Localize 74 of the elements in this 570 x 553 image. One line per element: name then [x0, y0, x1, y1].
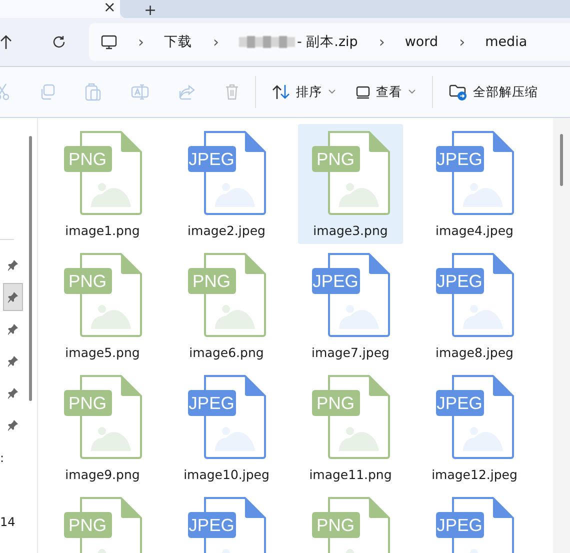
file-name: image11.png: [309, 467, 392, 482]
breadcrumb-separator: ›: [213, 33, 219, 51]
new-tab-button[interactable]: +: [144, 1, 157, 19]
file-type-label: JPEG: [436, 512, 484, 538]
file-name: image7.jpeg: [312, 345, 390, 360]
pin-icon: [6, 387, 18, 399]
file-item[interactable]: JPEG image7.jpeg: [298, 246, 403, 366]
scrollbar-thumb[interactable]: [560, 134, 563, 186]
file-item[interactable]: PNG image1.png: [50, 124, 155, 244]
file-name: image1.png: [65, 223, 140, 238]
file-type-label: PNG: [64, 268, 112, 294]
pin-icon: [6, 419, 18, 431]
file-item[interactable]: PNG image9.png: [50, 368, 155, 488]
scrollbar-thumb[interactable]: [29, 136, 32, 401]
file-type-label: PNG: [312, 512, 360, 538]
sidebar-text: :: [0, 451, 4, 465]
monitor-icon: [356, 85, 370, 99]
file-item[interactable]: JPEG image10.jpeg: [174, 368, 279, 488]
file-item[interactable]: JPEG image8.jpeg: [422, 246, 527, 366]
breadcrumb-item[interactable]: 下载: [164, 33, 192, 51]
address-bar[interactable]: › 下载 › - 副本.zip › word › media: [89, 23, 570, 61]
file-type-label: JPEG: [436, 390, 484, 416]
file-item[interactable]: PNG image3.png: [298, 124, 403, 244]
file-name: image12.jpeg: [432, 467, 518, 482]
file-item[interactable]: JPEG image4.jpeg: [422, 124, 527, 244]
file-item[interactable]: JPEG image2.jpeg: [174, 124, 279, 244]
view-button[interactable]: 查看: [346, 78, 426, 106]
pin-icon: [6, 259, 18, 271]
file-type-label: PNG: [64, 512, 112, 538]
file-name: image8.jpeg: [436, 345, 514, 360]
file-type-label: JPEG: [188, 512, 236, 538]
file-name: image9.png: [65, 467, 140, 482]
breadcrumb-separator: ›: [378, 33, 385, 51]
extract-all-button[interactable]: 全部解压缩: [439, 77, 548, 107]
up-arrow-icon[interactable]: [0, 34, 12, 50]
breadcrumb-separator: ›: [138, 33, 144, 51]
pin-icon: [6, 323, 18, 335]
close-icon[interactable]: ×: [103, 0, 116, 14]
file-type-label: PNG: [64, 146, 112, 172]
file-name: image2.jpeg: [188, 223, 266, 238]
breadcrumb-separator: ›: [459, 33, 466, 51]
file-type-label: PNG: [312, 146, 360, 172]
file-type-label: JPEG: [188, 146, 236, 172]
breadcrumb-item[interactable]: word: [404, 34, 438, 50]
file-name: image6.png: [189, 345, 264, 360]
file-type-label: PNG: [64, 390, 112, 416]
file-type-label: JPEG: [312, 268, 360, 294]
file-name: image10.jpeg: [184, 467, 270, 482]
sort-arrows-icon: [272, 84, 290, 100]
pin-icon: [6, 291, 18, 303]
file-item[interactable]: PNG image6.png: [174, 246, 279, 366]
folder-icon: [449, 83, 467, 101]
pin-icon: [6, 355, 18, 367]
blurred-text-drawing: [239, 35, 295, 49]
file-type-label: JPEG: [436, 146, 484, 172]
file-type-label: PNG: [188, 268, 236, 294]
file-item[interactable]: PNG image5.png: [50, 246, 155, 366]
file-name: image5.png: [65, 345, 140, 360]
file-item[interactable]: PNG image11.png: [298, 368, 403, 488]
chevron-down-icon: [328, 89, 336, 95]
file-type-label: JPEG: [436, 268, 484, 294]
sidebar-text: 14: [0, 515, 16, 529]
file-item[interactable]: JPEG image12.jpeg: [422, 368, 527, 488]
breadcrumb-item[interactable]: media: [485, 34, 528, 50]
file-name: image3.png: [313, 223, 388, 238]
chevron-down-icon: [408, 89, 416, 95]
pinned-item[interactable]: [2, 283, 22, 311]
refresh-icon[interactable]: [52, 35, 66, 49]
breadcrumb-item[interactable]: - 副本.zip: [297, 33, 358, 51]
file-type-label: JPEG: [188, 390, 236, 416]
computer-icon: [101, 34, 117, 50]
sort-button[interactable]: 排序: [262, 78, 346, 106]
file-type-label: PNG: [312, 390, 360, 416]
file-name: image4.jpeg: [436, 223, 514, 238]
